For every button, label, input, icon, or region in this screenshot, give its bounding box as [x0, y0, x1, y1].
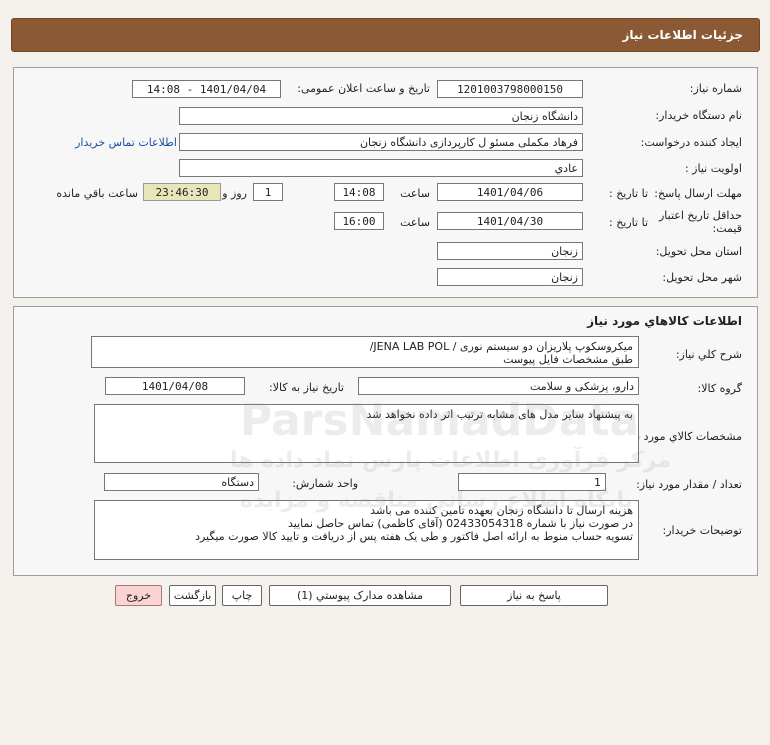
summary-field: میکروسکوپ پلاریزان دو سیستم نوری / JENA …	[91, 336, 639, 368]
notes-line-1: هزینه ارسال تا دانشگاه زنجان بعهده تامین…	[370, 504, 633, 517]
deadline-time-field: 14:08	[334, 183, 384, 201]
unit-label: واحد شمارش:	[292, 477, 358, 490]
validity-to-date-label: تا تاریخ :	[609, 216, 648, 229]
deadline-time-label: ساعت	[400, 187, 430, 200]
summary-line-1: میکروسکوپ پلاریزان دو سیستم نوری / JENA …	[369, 340, 633, 353]
deadline-label: مهلت ارسال پاسخ:	[654, 187, 742, 200]
notes-line-2: در صورت نیاز با شماره 02433054318 (آقای …	[287, 517, 633, 530]
announce-field: 1401/04/04 - 14:08	[132, 80, 281, 98]
buyer-label: نام دستگاه خریدار:	[655, 109, 742, 122]
exit-button[interactable]: خروج	[115, 585, 162, 606]
need-number-label: شماره نیاز:	[689, 82, 742, 95]
page-title: جزئیات اطلاعات نیاز	[622, 28, 743, 42]
specs-text: به پیشنهاد سایر مدل های مشابه ترتیب اثر …	[366, 408, 633, 421]
remaining-label: ساعت باقي مانده	[56, 187, 138, 200]
unit-field: دستگاه	[104, 473, 259, 491]
qty-field: 1	[458, 473, 606, 491]
attachments-button[interactable]: مشاهده مدارک پیوستي (1)	[269, 585, 451, 606]
deadline-date-field: 1401/04/06	[437, 183, 583, 201]
province-field: زنجان	[437, 242, 583, 260]
days-field: 1	[253, 183, 283, 201]
province-label: استان محل تحویل:	[655, 245, 742, 258]
buyer-contact-link[interactable]: اطلاعات تماس خریدار	[75, 136, 177, 149]
goods-section-title: اطلاعات کالاهاي مورد نياز	[587, 314, 742, 328]
validity-time-field: 16:00	[334, 212, 384, 230]
notes-line-3: تسویه حساب منوط به ارائه اصل فاکتور و طی…	[195, 530, 633, 543]
city-label: شهر محل تحویل:	[662, 271, 742, 284]
print-button[interactable]: چاپ	[222, 585, 262, 606]
need-date-label: تاریخ نیاز به کالا:	[269, 381, 344, 394]
qty-label: تعداد / مقدار مورد نیاز:	[636, 478, 742, 491]
buyer-field: دانشگاه زنجان	[179, 107, 583, 125]
buyer-notes-label: توضیحات خریدار:	[662, 524, 743, 537]
group-field: دارو، پزشکی و سلامت	[358, 377, 639, 395]
validity-date-field: 1401/04/30	[437, 212, 583, 230]
summary-label: شرح کلي نياز:	[675, 348, 742, 361]
need-info-panel	[13, 67, 758, 298]
days-label: روز و	[222, 187, 247, 200]
specs-label: مشخصات کالاي مورد نياز:	[621, 430, 742, 443]
deadline-to-date-label: تا تاریخ :	[609, 187, 648, 200]
priority-label: اولویت نیاز :	[684, 162, 742, 175]
need-number-field: 1201003798000150	[437, 80, 583, 98]
priority-field: عادي	[179, 159, 583, 177]
page-title-bar: جزئیات اطلاعات نیاز	[11, 18, 760, 52]
back-button[interactable]: بازگشت	[169, 585, 216, 606]
summary-line-2: طبق مشخصات فایل پیوست	[503, 353, 633, 366]
remaining-time-field: 23:46:30	[143, 183, 221, 201]
buyer-notes-field: هزینه ارسال تا دانشگاه زنجان بعهده تامین…	[94, 500, 639, 560]
validity-label: حداقل تاریخ اعتبار قیمت:	[658, 209, 742, 235]
validity-time-label: ساعت	[400, 216, 430, 229]
creator-label: ایجاد کننده درخواست:	[640, 136, 742, 149]
creator-field: فرهاد مکملی مسئو ل کارپردازی دانشگاه زنج…	[179, 133, 583, 151]
reply-button[interactable]: پاسخ به نیاز	[460, 585, 608, 606]
group-label: گروه کالا:	[697, 382, 742, 395]
need-date-field: 1401/04/08	[105, 377, 245, 395]
announce-label: تاریخ و ساعت اعلان عمومی:	[297, 82, 430, 95]
specs-field: به پیشنهاد سایر مدل های مشابه ترتیب اثر …	[94, 404, 639, 463]
city-field: زنجان	[437, 268, 583, 286]
